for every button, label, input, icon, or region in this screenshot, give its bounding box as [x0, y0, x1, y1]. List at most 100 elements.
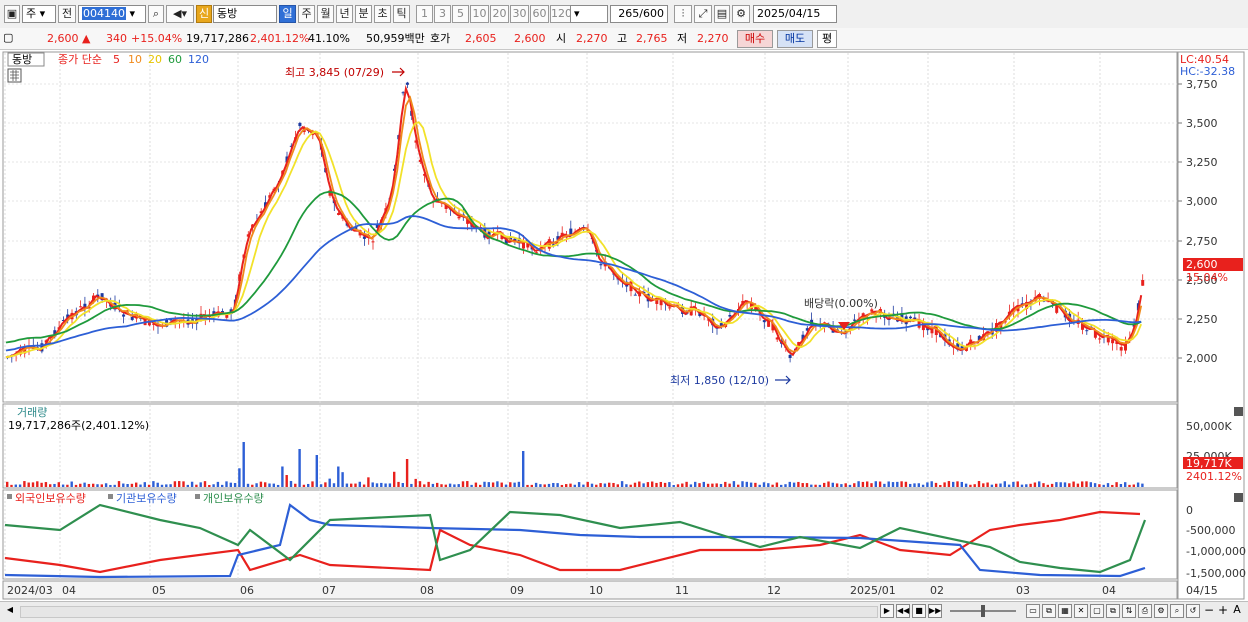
- volume-bar: [848, 484, 852, 487]
- checkbox-icon[interactable]: ▢: [3, 30, 13, 48]
- volume-bar: [874, 481, 877, 487]
- volume-bar: [341, 472, 344, 487]
- fast-forward-icon[interactable]: ▶▶: [928, 604, 942, 618]
- speaker-icon[interactable]: ◀▾: [166, 5, 194, 23]
- volume-bar: [418, 481, 422, 487]
- rewind-icon[interactable]: ◀◀: [896, 604, 910, 618]
- chart-type-icon[interactable]: ⫶: [674, 5, 692, 23]
- zoom-in-icon[interactable]: +: [1216, 604, 1230, 618]
- horizontal-scrollbar[interactable]: [20, 606, 878, 618]
- font-size-icon[interactable]: A: [1230, 604, 1244, 618]
- sell-button[interactable]: 매도: [777, 30, 813, 48]
- scroll-left-icon[interactable]: ◀: [3, 604, 17, 618]
- period-tab-4[interactable]: 분: [355, 5, 372, 23]
- volume-bar: [199, 482, 202, 487]
- period-tab-1[interactable]: 주: [298, 5, 315, 23]
- price-tick: 3,500: [1186, 117, 1218, 130]
- buy-button[interactable]: 매수: [737, 30, 773, 48]
- volume-bar: [491, 482, 495, 487]
- volume-bar: [964, 483, 968, 487]
- period-tab-2[interactable]: 월: [317, 5, 334, 23]
- volume-bar: [117, 481, 121, 487]
- grid-toggle-icon[interactable]: [7, 68, 22, 83]
- holding-panel-close-icon[interactable]: [1234, 493, 1243, 502]
- candle: [1141, 280, 1145, 286]
- market-select[interactable]: 주 ▾: [22, 5, 56, 23]
- stock-code-input[interactable]: 004140 ▾: [78, 5, 146, 23]
- interval-button-10[interactable]: 10: [470, 5, 489, 23]
- gear-icon[interactable]: ⚙: [732, 5, 750, 23]
- interval-dropdown[interactable]: ▾: [570, 5, 608, 23]
- candle: [401, 92, 405, 94]
- volume-bar: [702, 481, 705, 487]
- window-icon[interactable]: ▣: [4, 5, 20, 23]
- open-value: 2,270: [576, 32, 608, 45]
- save-icon[interactable]: ▤: [714, 5, 730, 23]
- interval-button-30[interactable]: 30: [510, 5, 529, 23]
- stock-name-field[interactable]: 동방: [213, 5, 277, 23]
- volume-bar: [1068, 483, 1071, 487]
- stock-chart[interactable]: 동방 종가 단순 5 10 20 60 120 최고 3,845 (07/29)…: [0, 50, 1248, 601]
- volume-bar: [504, 484, 508, 487]
- screen-icon[interactable]: ▢: [1090, 604, 1104, 618]
- interval-button-20[interactable]: 20: [490, 5, 509, 23]
- volume-bar: [552, 482, 555, 487]
- volume-bar: [638, 481, 641, 487]
- period-tab-3[interactable]: 년: [336, 5, 353, 23]
- sort-icon[interactable]: ⇅: [1122, 604, 1136, 618]
- interval-button-120[interactable]: 120: [550, 5, 572, 23]
- candle: [853, 319, 857, 321]
- date-input[interactable]: 2025/04/15: [753, 5, 837, 23]
- count-input[interactable]: 265/600: [610, 5, 668, 23]
- window-icon[interactable]: ⧉: [1106, 604, 1120, 618]
- scroll-right-icon[interactable]: ▶: [880, 604, 894, 618]
- x-axis-end-label: 04/15: [1186, 584, 1218, 597]
- volume-bar: [1042, 483, 1045, 487]
- volume-bar: [466, 481, 469, 487]
- volume-bar: [130, 483, 134, 487]
- volume-panel: [2, 403, 1178, 489]
- period-tab-0[interactable]: 일: [279, 5, 296, 23]
- zoom-out-icon[interactable]: −: [1202, 604, 1216, 618]
- prev-button[interactable]: 전: [58, 5, 76, 23]
- print-icon[interactable]: ⎙: [1138, 604, 1152, 618]
- volume-bar: [319, 484, 323, 487]
- interval-button-3[interactable]: 3: [434, 5, 451, 23]
- interval-button-1[interactable]: 1: [416, 5, 433, 23]
- volume-bar: [556, 483, 559, 487]
- stop-icon[interactable]: ■: [912, 604, 926, 618]
- avg-button[interactable]: 평: [817, 30, 837, 48]
- volume-bar: [225, 481, 228, 487]
- x-axis-label: 02: [930, 584, 944, 597]
- search-icon[interactable]: ⌕: [1170, 604, 1184, 618]
- setting-icon[interactable]: ⚙: [1154, 604, 1168, 618]
- interval-button-5[interactable]: 5: [452, 5, 469, 23]
- volume-panel-close-icon[interactable]: [1234, 407, 1243, 416]
- volume-bar: [939, 484, 942, 487]
- period-tab-5[interactable]: 초: [374, 5, 391, 23]
- volume-bar: [427, 481, 430, 487]
- zoom-slider-handle[interactable]: [981, 605, 985, 617]
- candle: [1098, 338, 1102, 340]
- period-tab-6[interactable]: 틱: [393, 5, 410, 23]
- volume-bar: [354, 483, 357, 487]
- volume: 19,717,286: [186, 32, 249, 45]
- candle: [909, 316, 912, 319]
- restore-icon[interactable]: ↺: [1186, 604, 1200, 618]
- grid-icon[interactable]: ▦: [1058, 604, 1072, 618]
- volume-bar: [526, 484, 529, 487]
- volume-bar: [66, 484, 69, 487]
- candle: [130, 317, 134, 320]
- volume-bar: [315, 455, 318, 487]
- holding-tick-0: 0: [1186, 504, 1193, 517]
- cross-icon[interactable]: ✕: [1074, 604, 1088, 618]
- copy-icon[interactable]: ⧉: [1042, 604, 1056, 618]
- search-icon[interactable]: ⌕: [148, 5, 164, 23]
- zoom-icon[interactable]: ⤢: [694, 5, 712, 23]
- volume-bar: [573, 484, 576, 487]
- volume-bar: [152, 481, 155, 487]
- interval-button-60[interactable]: 60: [530, 5, 549, 23]
- volume-bar: [891, 482, 895, 487]
- layout-icon[interactable]: ▭: [1026, 604, 1040, 618]
- volume-bar: [397, 481, 400, 487]
